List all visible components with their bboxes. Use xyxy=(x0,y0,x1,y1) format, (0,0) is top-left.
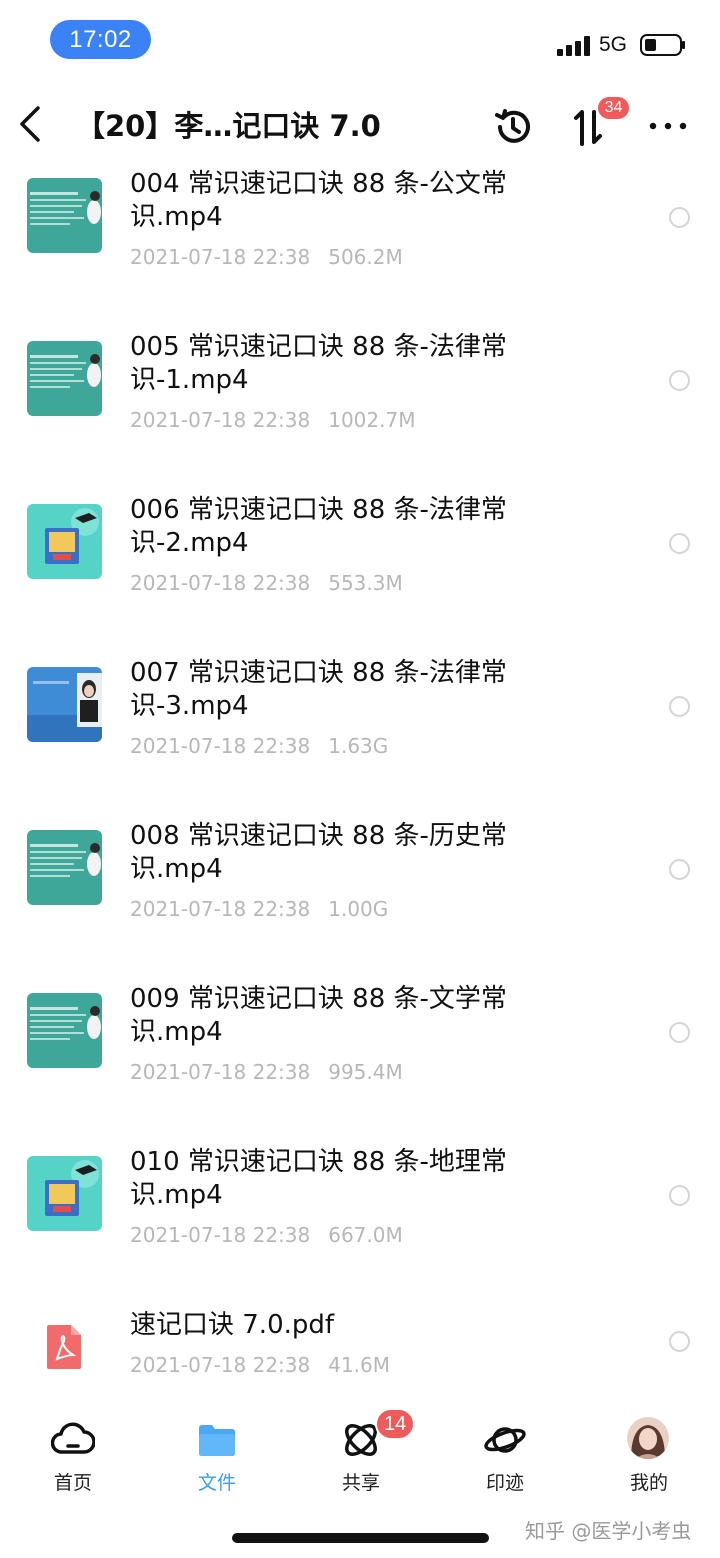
file-meta: 2021-07-18 22:38 667.0M xyxy=(130,1223,403,1247)
tab-files[interactable]: 文件 xyxy=(167,1412,267,1494)
share-badge: 14 xyxy=(375,1408,416,1440)
file-name: 速记口诀 7.0.pdf xyxy=(130,1310,335,1340)
file-date: 2021-07-18 22:38 xyxy=(130,734,311,758)
cloud-home-icon xyxy=(51,1422,95,1454)
tab-share-label: 共享 xyxy=(341,1472,380,1494)
file-size: 667.0M xyxy=(328,1223,403,1247)
file-meta: 2021-07-18 22:38 1.00G xyxy=(130,897,388,921)
transfer-badge: 34 xyxy=(596,95,631,121)
page-title: 【20】李…记口诀 7.0 xyxy=(76,109,381,143)
select-radio[interactable] xyxy=(669,370,690,391)
back-icon[interactable] xyxy=(14,104,48,144)
signal-icon xyxy=(557,36,590,56)
home-indicator[interactable] xyxy=(232,1533,489,1543)
file-name: 005 常识速记口诀 88 条-法律常识-1.mp4 xyxy=(130,332,507,395)
avatar[interactable] xyxy=(627,1417,669,1459)
file-date: 2021-07-18 22:38 xyxy=(130,1223,311,1247)
select-radio[interactable] xyxy=(669,1331,690,1352)
tab-trace[interactable]: 印迹 xyxy=(455,1412,555,1494)
file-date: 2021-07-18 22:38 xyxy=(130,571,311,595)
file-date: 2021-07-18 22:38 xyxy=(130,1060,311,1084)
video-thumbnail xyxy=(27,830,102,905)
video-thumbnail xyxy=(27,993,102,1068)
video-thumbnail xyxy=(27,341,102,416)
file-date: 2021-07-18 22:38 xyxy=(130,408,311,432)
file-name: 006 常识速记口诀 88 条-法律常识-2.mp4 xyxy=(130,495,507,558)
watermark: 知乎 @医学小考虫 xyxy=(525,1519,692,1543)
tab-trace-label: 印迹 xyxy=(485,1472,524,1494)
file-meta: 2021-07-18 22:38 1002.7M xyxy=(130,408,415,432)
tab-home[interactable]: 首页 xyxy=(23,1412,123,1494)
battery-icon xyxy=(640,34,685,56)
file-size: 553.3M xyxy=(328,571,403,595)
file-meta: 2021-07-18 22:38 553.3M xyxy=(130,571,403,595)
video-thumbnail xyxy=(27,667,102,742)
history-icon[interactable] xyxy=(492,106,534,148)
file-name: 010 常识速记口诀 88 条-地理常识.mp4 xyxy=(130,1147,507,1210)
video-thumbnail xyxy=(27,504,102,579)
file-size: 506.2M xyxy=(328,245,403,269)
file-row[interactable]: 009 常识速记口诀 88 条-文学常识.mp4 2021-07-18 22:38… xyxy=(0,983,720,1133)
file-name: 009 常识速记口诀 88 条-文学常识.mp4 xyxy=(130,984,507,1047)
select-radio[interactable] xyxy=(669,533,690,554)
tab-home-label: 首页 xyxy=(53,1472,92,1494)
file-size: 1.00G xyxy=(328,897,389,921)
file-size: 41.6M xyxy=(328,1353,391,1377)
file-date: 2021-07-18 22:38 xyxy=(130,245,311,269)
tab-files-label: 文件 xyxy=(197,1472,236,1494)
file-date: 2021-07-18 22:38 xyxy=(130,1353,311,1377)
video-thumbnail xyxy=(27,1156,102,1231)
file-row[interactable]: 010 常识速记口诀 88 条-地理常识.mp4 2021-07-18 22:38… xyxy=(0,1146,720,1296)
file-name: 004 常识速记口诀 88 条-公文常识.mp4 xyxy=(130,169,507,232)
file-name: 008 常识速记口诀 88 条-历史常识.mp4 xyxy=(130,821,507,884)
file-meta: 2021-07-18 22:38 41.6M xyxy=(130,1353,390,1377)
file-row[interactable]: 005 常识速记口诀 88 条-法律常识-1.mp4 2021-07-18 22:… xyxy=(0,331,720,481)
select-radio[interactable] xyxy=(669,859,690,880)
tab-me-label: 我的 xyxy=(629,1472,668,1494)
file-meta: 2021-07-18 22:38 506.2M xyxy=(130,245,403,269)
folder-icon xyxy=(199,1425,235,1456)
file-row[interactable]: 008 常识速记口诀 88 条-历史常识.mp4 2021-07-18 22:38… xyxy=(0,820,720,970)
pdf-file-icon xyxy=(27,1309,102,1384)
network-label: 5G xyxy=(599,33,628,56)
file-row[interactable]: 007 常识速记口诀 88 条-法律常识-3.mp4 2021-07-18 22:… xyxy=(0,657,720,807)
video-thumbnail xyxy=(27,178,102,253)
select-radio[interactable] xyxy=(669,207,690,228)
file-meta: 2021-07-18 22:38 1.63G xyxy=(130,734,388,758)
more-icon[interactable] xyxy=(648,118,688,134)
select-radio[interactable] xyxy=(669,1022,690,1043)
select-radio[interactable] xyxy=(669,696,690,717)
file-name: 007 常识速记口诀 88 条-法律常识-3.mp4 xyxy=(130,658,507,721)
file-date: 2021-07-18 22:38 xyxy=(130,897,311,921)
file-size: 995.4M xyxy=(328,1060,403,1084)
file-row[interactable]: 004 常识速记口诀 88 条-公文常识.mp4 2021-07-18 22:38… xyxy=(0,168,720,318)
file-size: 1.63G xyxy=(328,734,389,758)
status-time: 17:02 xyxy=(50,20,151,59)
file-size: 1002.7M xyxy=(328,408,416,432)
file-meta: 2021-07-18 22:38 995.4M xyxy=(130,1060,403,1084)
planet-icon xyxy=(484,1427,526,1453)
select-radio[interactable] xyxy=(669,1185,690,1206)
file-row[interactable]: 006 常识速记口诀 88 条-法律常识-2.mp4 2021-07-18 22:… xyxy=(0,494,720,644)
